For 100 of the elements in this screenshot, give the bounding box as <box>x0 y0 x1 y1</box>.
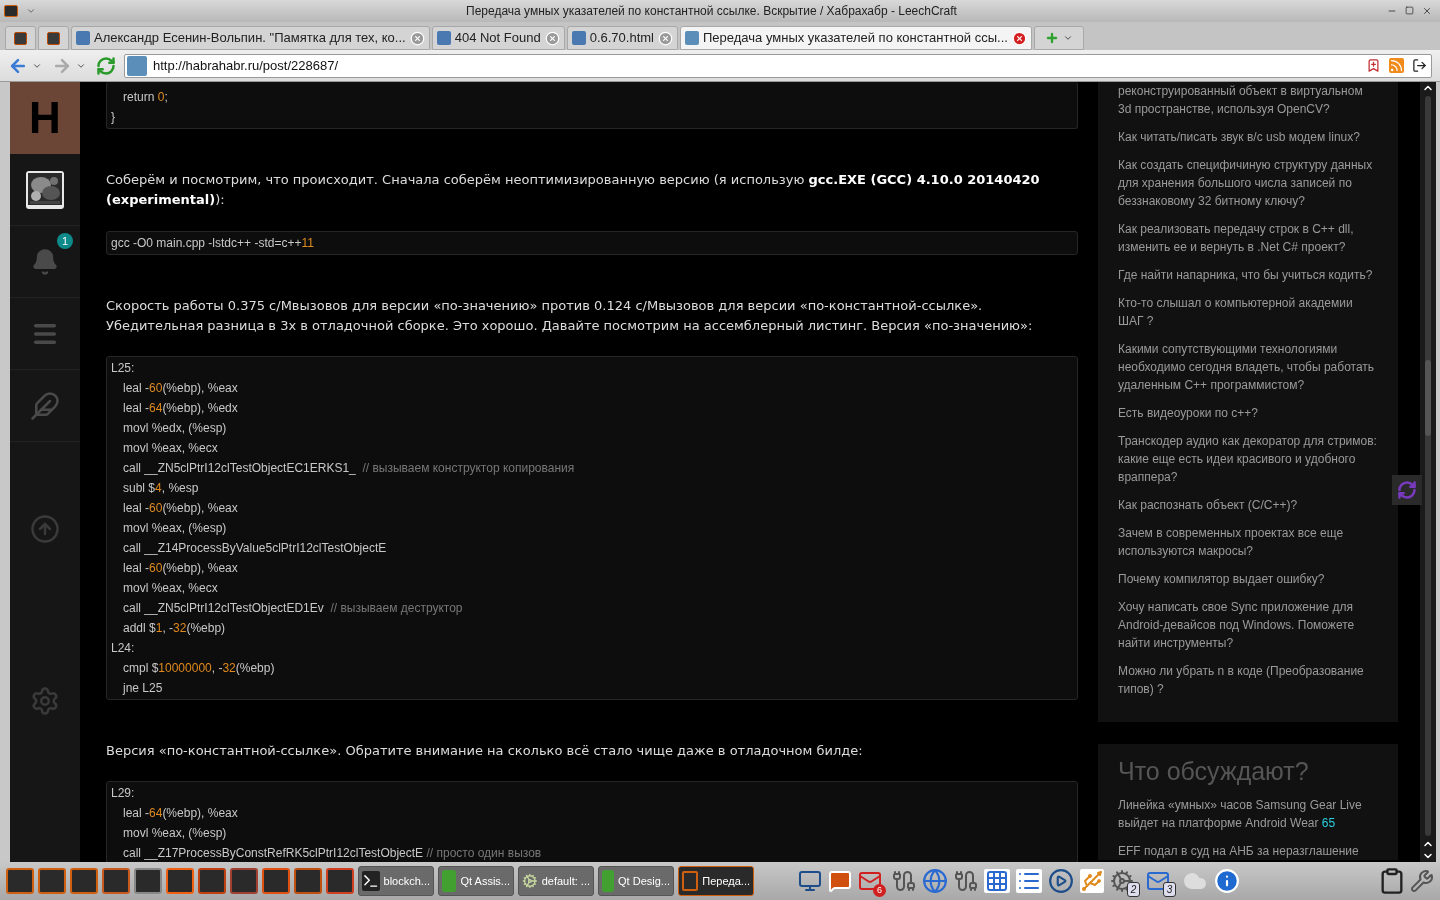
feather-icon[interactable] <box>30 390 60 421</box>
menu-icon[interactable] <box>26 6 36 16</box>
reload-icon[interactable] <box>96 55 116 76</box>
close-icon[interactable] <box>1011 30 1027 46</box>
mail-icon[interactable] <box>858 869 882 893</box>
usb-icon[interactable] <box>1080 869 1104 893</box>
launcher-icon[interactable] <box>294 868 322 894</box>
article-paragraph: Соберём и посмотрим, что происходит. Сначала соберём неоптимизированную версию (я использую gcc.EXE (GCC) 4.10.0 20140420 (experimental)): <box>106 171 1041 209</box>
globe-icon[interactable] <box>922 868 948 894</box>
code-line: movl %eax, (%esp) <box>122 520 227 537</box>
tab-title: Александр Есенин-Вольпин. "Памятка для тех, ко... <box>94 29 406 48</box>
unread-badge: 6 <box>873 884 886 897</box>
new-tab-button[interactable] <box>1033 26 1084 50</box>
question-link[interactable]: Где найти напарника, что бы учиться кодить? <box>1118 266 1378 284</box>
code-line: leal -60(%ebp), %eax <box>122 560 238 577</box>
launcher-icon[interactable] <box>6 868 34 894</box>
network-icon[interactable] <box>954 869 978 893</box>
window-title: Передача умных указателей по константной ссылке. Вскрытие / Хабрахабр - LeechCraft <box>465 3 958 20</box>
chat-icon[interactable] <box>828 869 852 893</box>
app-icon <box>14 31 27 45</box>
messages-badge: 3 <box>1163 882 1176 897</box>
code-line: jne L25 <box>121 680 163 697</box>
question-link[interactable]: Кто-то слышал о компьютерной академии ШАГ ? <box>1118 294 1378 330</box>
launcher-icon[interactable] <box>166 868 194 894</box>
launcher-icon[interactable] <box>230 868 258 894</box>
task-button[interactable]: Qt Desig... <box>598 866 674 896</box>
bookmark-icon[interactable] <box>1366 58 1381 73</box>
caret-icon <box>1062 33 1073 43</box>
question-link[interactable]: Как читать/писать звук в/с usb модем linux? <box>1118 128 1378 146</box>
messages-icon[interactable] <box>1146 869 1170 893</box>
browser-tab[interactable]: 404 Not Found <box>431 26 565 50</box>
scrollbar-thumb[interactable] <box>1425 360 1431 436</box>
task-button[interactable]: blockch... <box>358 866 434 896</box>
question-link[interactable]: Есть видеоуроки по с++? <box>1118 404 1378 422</box>
launcher-icon[interactable] <box>70 868 98 894</box>
favicon-icon <box>76 31 90 45</box>
plus-icon <box>1044 31 1059 45</box>
favicon-icon <box>685 31 699 45</box>
rss-icon[interactable] <box>1389 58 1404 73</box>
task-button[interactable]: Переда... <box>678 866 754 896</box>
sync-icon[interactable] <box>1392 475 1422 505</box>
question-link[interactable]: Хочу написать свое Sync приложение для Android-девайсов под Windows. Поможете найти инструменты? <box>1118 598 1378 652</box>
launcher-icon[interactable] <box>102 868 130 894</box>
task-button[interactable]: default: ... <box>518 866 594 896</box>
favicon-icon <box>571 31 586 45</box>
question-link[interactable]: Транскодер аудио как декоратор для стримов: какие еще есть идеи красивого и удобного враппера? <box>1118 432 1378 486</box>
calendar-icon[interactable] <box>984 869 1010 893</box>
code-line: L25: <box>111 360 135 377</box>
launcher-icon[interactable] <box>198 868 226 894</box>
launcher-icon[interactable] <box>262 868 290 894</box>
code-line: gcc -O0 main.cpp -lstdc++ -std=c++11 <box>111 235 314 252</box>
close-icon[interactable] <box>544 30 560 46</box>
section-heading: Что обсуждают? <box>1118 756 1310 786</box>
close-icon[interactable] <box>658 30 673 46</box>
article-paragraph: Скорость работы 0.375 с/Мвызовов для версии «по-значению» против 0.124 с/Мвызовов для версии «по-константной-ссылке». Убедительная разница в 3х в отладочной сборке. Это хорошо. Давайте посмотрим на ассемблерный листинг. Версия «по-значению»: <box>106 297 1034 335</box>
code-line: movl %eax, %ecx <box>122 440 218 457</box>
code-line: call __ZN5clPtrI12clTestObjectEC1ERKS1_ // вызываем конструктор копирования <box>122 460 575 477</box>
code-line: leal -60(%ebp), %eax <box>122 380 238 397</box>
discussion-link[interactable]: EFF подал в суд на АНБ за неразглашение <box>1118 842 1378 860</box>
notification-count: 1 <box>57 233 73 249</box>
question-link[interactable]: Как реализовать передачу строк в C++ dll, изменить ее и вернуть в .Net C# проект? <box>1118 220 1378 256</box>
discussion-link[interactable]: Линейка «умных» часов Samsung Gear Live выйдет на платформе Android Wear 65 <box>1118 796 1378 832</box>
code-line: call __Z14ProcessByValue5clPtrI12clTestObjectE <box>122 540 387 557</box>
url-field[interactable]: http://habrahabr.ru/post/228687/ <box>124 53 1432 78</box>
updates-icon[interactable] <box>1110 869 1134 893</box>
question-link[interactable]: Как создать специфичиную структуру данных для хранения большого числа записей по беззнаковому 32 битному ключу? <box>1118 156 1378 210</box>
code-line: movl %eax, %ecx <box>122 580 218 597</box>
scrollbar[interactable] <box>1420 82 1436 862</box>
list-icon[interactable] <box>1016 869 1042 893</box>
launcher-icon[interactable] <box>326 868 354 894</box>
question-link[interactable]: Можно ли убрать n в коде (Преобразование типов) ? <box>1118 662 1378 698</box>
maximize-icon[interactable] <box>1405 6 1414 15</box>
close-icon[interactable] <box>409 30 425 46</box>
question-link[interactable]: Зачем в современных проектах все еще используются макросы? <box>1118 524 1378 560</box>
code-line: addl $1, -32(%ebp) <box>122 620 226 637</box>
desktop-icon[interactable] <box>798 869 822 893</box>
code-line: call __ZN5clPtrI12clTestObjectED1Ev // вызываем деструктор <box>122 600 463 617</box>
comment-count: 65 <box>1321 816 1336 830</box>
launcher-icon[interactable] <box>134 868 162 894</box>
question-link[interactable]: Какими сопутствующими технологиями необходимо сегодня владеть, чтобы работать удаленным C++ программистом? <box>1118 340 1378 394</box>
info-icon[interactable] <box>1214 868 1240 894</box>
wrench-icon[interactable] <box>1410 869 1434 893</box>
question-link[interactable]: Почему компилятор выдает ошибку? <box>1118 570 1378 588</box>
browser-tab[interactable]: Александр Есенин-Вольпин. "Памятка для тех, ко... <box>71 26 430 50</box>
notifications-icon[interactable] <box>31 247 59 276</box>
launcher-icon[interactable] <box>38 868 66 894</box>
sync-arrows-icon <box>1397 480 1417 500</box>
code-line: leal -64(%ebp), %edx <box>122 400 238 417</box>
pinned-tab[interactable] <box>5 26 36 50</box>
browser-tab[interactable]: Передача умных указателей по константной ссы... <box>680 26 1032 50</box>
close-icon[interactable] <box>1422 6 1432 16</box>
tab-title: Передача умных указателей по константной ссы... <box>703 29 1008 48</box>
question-link[interactable]: реконструированный объект в виртуальном 3d пространстве, используя OpenCV? <box>1118 82 1378 118</box>
tab-title: 404 Not Found <box>454 29 541 48</box>
pinned-tab[interactable] <box>38 26 69 50</box>
media-icon[interactable] <box>1048 868 1074 894</box>
browser-tab[interactable]: 0.6.70.html <box>566 26 678 50</box>
question-link[interactable]: Как распознать объект (C/C++)? <box>1118 496 1378 514</box>
network-icon[interactable] <box>892 869 916 893</box>
task-button[interactable]: Qt Assis... <box>438 866 514 896</box>
